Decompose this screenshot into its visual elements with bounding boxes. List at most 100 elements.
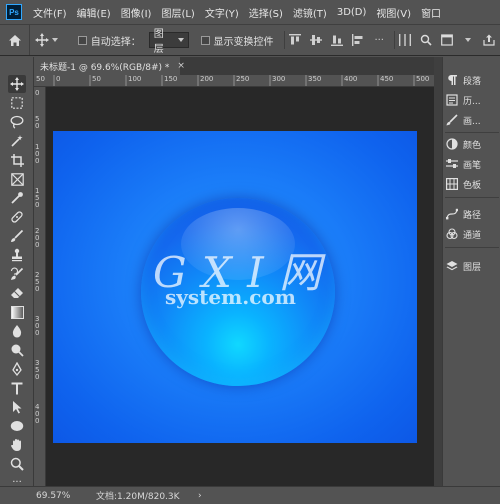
dock-divider (445, 247, 499, 248)
healing-brush-tool[interactable] (8, 208, 26, 226)
panel-brush-presets[interactable]: 画... (445, 111, 499, 129)
ruler-tick: 150 (164, 75, 178, 83)
tools-panel: ··· (0, 57, 34, 490)
distribute-icon[interactable] (398, 33, 413, 47)
panel-paragraph[interactable]: 段落 (445, 71, 499, 89)
move-icon (34, 33, 49, 47)
document-tab[interactable]: 未标题-1 @ 69.6%(RGB/8#) * × (34, 57, 185, 75)
pen-tool[interactable] (8, 360, 26, 378)
eyedropper-icon (11, 192, 23, 204)
arrow-cursor-icon (13, 401, 22, 414)
close-icon[interactable]: × (177, 61, 185, 71)
vertical-ruler: 0 5 0 1 0 0 1 5 0 2 0 0 2 5 0 3 0 0 3 5 … (34, 87, 46, 486)
panel-label: 段落 (463, 76, 482, 87)
auto-select-target-dropdown[interactable]: 图层 (148, 29, 189, 55)
panel-swatches[interactable]: 色板 (445, 175, 499, 193)
align-top-icon[interactable] (287, 33, 302, 47)
ruler-tick: 200 (200, 75, 214, 83)
menu-layer[interactable]: 图层(L) (156, 5, 199, 20)
panel-label: 路径 (463, 210, 482, 221)
show-transform-checkbox[interactable] (200, 35, 210, 45)
menu-window[interactable]: 窗口 (416, 5, 446, 20)
pen-icon (12, 362, 22, 376)
ruler-tick: 50 (36, 75, 45, 83)
hand-tool[interactable] (8, 436, 26, 454)
menu-file[interactable]: 文件(F) (28, 5, 72, 20)
dock-collapse-strip[interactable] (434, 57, 442, 490)
ruler-tick: 0 (35, 329, 40, 337)
menu-bar: Ps 文件(F) 编辑(E) 图像(I) 图层(L) 文字(Y) 选择(S) 滤… (0, 0, 500, 24)
panel-color[interactable]: 颜色 (445, 135, 499, 153)
crop-tool[interactable] (8, 151, 26, 169)
ruler-tick: 0 (35, 373, 40, 381)
align-vcenter-icon[interactable] (309, 33, 324, 47)
share-icon[interactable] (482, 33, 497, 47)
document-canvas[interactable]: G X I 网 system.com (53, 131, 417, 443)
search-icon[interactable] (419, 33, 434, 47)
lasso-tool[interactable] (8, 113, 26, 131)
ruler-tick: 450 (380, 75, 394, 83)
panel-brush-settings[interactable]: 画笔 (445, 155, 499, 173)
lasso-icon (10, 115, 24, 129)
history-brush-tool[interactable] (8, 265, 26, 283)
gradient-tool[interactable] (8, 303, 26, 321)
menu-3d[interactable]: 3D(D) (332, 7, 372, 18)
home-button[interactable] (0, 25, 31, 55)
path-selection-tool[interactable] (8, 398, 26, 416)
watermark-site: system.com (165, 285, 296, 309)
canvas-workspace[interactable]: G X I 网 system.com (46, 87, 434, 486)
zoom-level[interactable]: 69.57% (36, 491, 70, 501)
menu-edit[interactable]: 编辑(E) (72, 5, 116, 20)
move-icon (10, 77, 24, 91)
ellipse-tool[interactable] (8, 417, 26, 435)
more-options-icon[interactable]: ··· (372, 33, 387, 47)
ruler-tick: 0 (35, 201, 40, 209)
ruler-tick: 100 (128, 75, 142, 83)
zoom-tool[interactable] (8, 455, 26, 473)
type-tool[interactable] (8, 379, 26, 397)
brush-icon (11, 229, 24, 242)
panel-channels[interactable]: 通道 (445, 225, 499, 243)
eraser-tool[interactable] (8, 284, 26, 302)
bandage-icon (11, 211, 23, 223)
magic-wand-icon (11, 135, 23, 147)
ruler-tick: 500 (416, 75, 430, 83)
ruler-tick: 0 (35, 157, 40, 165)
panel-history[interactable]: 历... (445, 91, 499, 109)
menu-filter[interactable]: 滤镜(T) (288, 5, 332, 20)
status-menu-arrow[interactable]: › (198, 491, 202, 501)
dodge-tool[interactable] (8, 341, 26, 359)
clone-stamp-tool[interactable] (8, 246, 26, 264)
brush-tool[interactable] (8, 227, 26, 245)
align-left-icon[interactable] (351, 33, 366, 47)
show-transform-label: 显示变换控件 (213, 36, 274, 48)
photoshop-logo: Ps (6, 4, 22, 20)
workspace-icon[interactable] (440, 33, 455, 47)
auto-select-checkbox[interactable] (78, 35, 87, 45)
frame-tool[interactable] (8, 170, 26, 188)
auto-select-target-value: 图层 (153, 29, 164, 55)
layers-icon (445, 259, 459, 273)
ruler-tick: 0 (56, 75, 61, 83)
brush-settings-icon (445, 157, 459, 171)
dock-divider (445, 197, 499, 198)
ruler-tick: 50 (92, 75, 101, 83)
move-tool[interactable] (8, 75, 26, 93)
panel-paths[interactable]: 路径 (445, 205, 499, 223)
panel-dock: 段落 历... 画... 颜色 画笔 色板 路径 通道 图层 (442, 57, 500, 490)
menu-select[interactable]: 选择(S) (244, 5, 288, 20)
document-tab-title: 未标题-1 @ 69.6%(RGB/8#) * (40, 62, 170, 73)
marquee-tool[interactable] (8, 94, 26, 112)
panel-layers[interactable]: 图层 (445, 257, 499, 275)
menu-image[interactable]: 图像(I) (116, 5, 157, 20)
ruler-tick: 0 (35, 89, 40, 97)
menu-type[interactable]: 文字(Y) (200, 5, 244, 20)
blur-tool[interactable] (8, 322, 26, 340)
move-tool-preset[interactable] (30, 33, 62, 47)
quick-select-tool[interactable] (8, 132, 26, 150)
chevron-down-icon[interactable] (461, 33, 476, 47)
align-bottom-icon[interactable] (330, 33, 345, 47)
eyedropper-tool[interactable] (8, 189, 26, 207)
ruler-tick: 400 (344, 75, 358, 83)
menu-view[interactable]: 视图(V) (371, 5, 416, 20)
